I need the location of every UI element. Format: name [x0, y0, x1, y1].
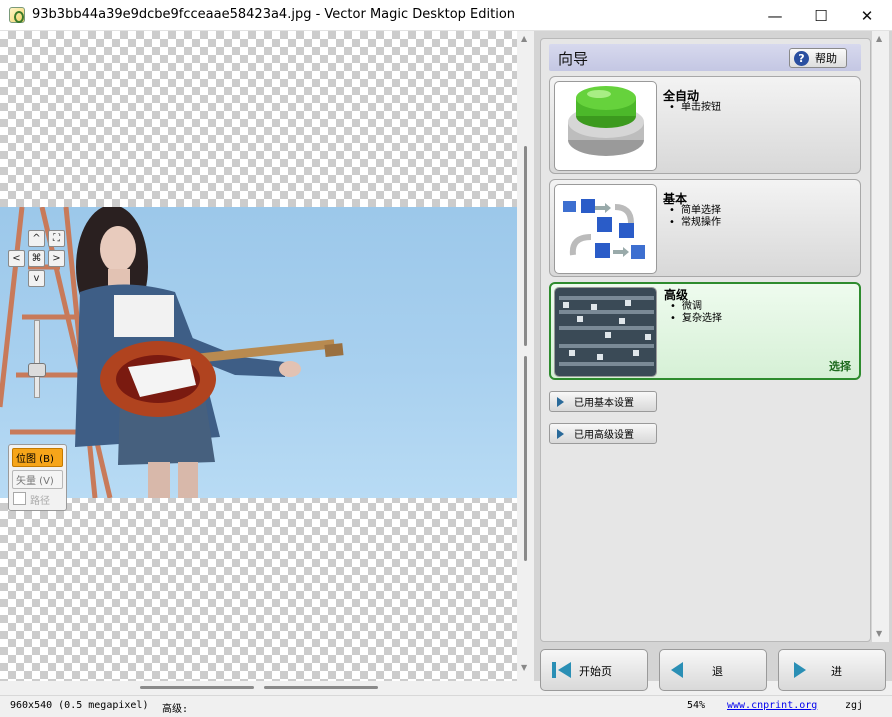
pan-up-icon: ^: [32, 233, 41, 244]
pan-right-button[interactable]: >: [48, 250, 65, 267]
wizard-scrollbar[interactable]: ▲ ▼: [872, 31, 889, 642]
pan-down-button[interactable]: v: [28, 270, 45, 287]
mode-bullet: 单击按钮: [663, 102, 721, 114]
mode-bullet: 微调: [664, 301, 722, 313]
wizard-title: 向导: [558, 50, 589, 68]
maximize-button[interactable]: ☐: [798, 0, 844, 31]
vector-view-button[interactable]: 矢量 (V): [12, 470, 63, 489]
pan-left-button[interactable]: <: [8, 250, 25, 267]
path-checkbox-label: 路径: [30, 496, 50, 507]
play-arrow-icon: [557, 396, 564, 407]
pan-down-icon: v: [33, 273, 40, 284]
fit-view-button[interactable]: ⛶: [48, 230, 65, 247]
help-button[interactable]: ? 帮助: [789, 48, 847, 68]
path-checkbox[interactable]: [13, 492, 26, 505]
used-advanced-settings-label: 已用高级设置: [574, 430, 634, 441]
workflow-arrows-icon: [554, 184, 657, 274]
view-mode-panel: 位图 (B) 矢量 (V) 路径: [8, 444, 67, 511]
guitarist-photo: [0, 207, 344, 498]
mode-bullets: 微调 复杂选择: [664, 301, 722, 325]
website-link[interactable]: www.cnprint.org: [727, 700, 817, 711]
close-button[interactable]: ✕: [844, 0, 890, 31]
forward-label: 进: [831, 665, 842, 678]
bitmap-view-button[interactable]: 位图 (B): [12, 448, 63, 467]
first-page-icon: [552, 662, 571, 678]
current-mode: 高级:: [162, 704, 189, 715]
help-label: 帮助: [815, 52, 837, 65]
window-title: 93b3bb44a39e9dcbe9fcceaae58423a4.jpg - V…: [32, 7, 516, 22]
back-arrow-icon: [671, 662, 683, 678]
wizard-header: 向导 ? 帮助: [549, 44, 861, 71]
help-icon: ?: [794, 50, 809, 66]
mode-bullet: 简单选择: [663, 205, 721, 217]
forward-button[interactable]: 进: [778, 649, 886, 691]
scroll-up-icon[interactable]: ▲: [521, 34, 527, 43]
mode-select-label[interactable]: 选择: [829, 358, 851, 374]
pan-up-button[interactable]: ^: [28, 230, 45, 247]
app-icon: [9, 7, 25, 23]
fit-view-icon: ⛶: [53, 233, 60, 244]
canvas-vertical-scrollbar[interactable]: ▲ ▼: [517, 31, 534, 681]
user-name: zgj: [845, 700, 864, 711]
back-label: 退: [712, 665, 723, 678]
mode-card-fully-automatic[interactable]: 全自动 单击按钮: [549, 76, 861, 174]
zoom-level: 54%: [687, 700, 706, 711]
mode-bullets: 单击按钮: [663, 102, 721, 114]
wizard-scroll-up-icon[interactable]: ▲: [876, 34, 882, 43]
maximize-icon: ☐: [814, 6, 828, 25]
vertical-scroll-thumb-lower[interactable]: [524, 356, 527, 561]
mixing-console-icon: [554, 287, 657, 377]
image-canvas[interactable]: ^ ⛶ < ⌘ > v 位图 (B) 矢量 (V) 路径: [0, 31, 517, 681]
mode-bullet: 常规操作: [663, 217, 721, 229]
status-bar: 960x540 (0.5 megapixel) 高级: 54% www.cnpr…: [0, 695, 892, 717]
center-view-button[interactable]: ⌘: [28, 250, 45, 267]
zoom-slider-track[interactable]: [34, 320, 40, 398]
pan-right-icon: >: [52, 253, 61, 264]
mode-card-advanced[interactable]: 高级 微调 复杂选择 选择: [549, 282, 861, 380]
mode-bullet: 复杂选择: [664, 313, 722, 325]
home-label: 开始页: [579, 665, 612, 678]
zoom-slider-handle[interactable]: [28, 363, 46, 377]
mode-bullets: 简单选择 常规操作: [663, 205, 721, 229]
home-button[interactable]: 开始页: [540, 649, 648, 691]
green-push-button-icon: [554, 81, 657, 171]
minimize-icon: —: [767, 6, 783, 25]
horizontal-scroll-thumb-left[interactable]: [140, 686, 254, 689]
used-basic-settings-button[interactable]: 已用基本设置: [549, 391, 657, 412]
canvas-horizontal-scrollbar[interactable]: [0, 681, 534, 695]
horizontal-scroll-thumb-right[interactable]: [264, 686, 378, 689]
image-info: 960x540 (0.5 megapixel): [10, 700, 149, 711]
bitmap-image: [0, 207, 517, 498]
minimize-button[interactable]: —: [752, 0, 798, 31]
used-advanced-settings-button[interactable]: 已用高级设置: [549, 423, 657, 444]
scroll-down-icon[interactable]: ▼: [521, 663, 527, 672]
forward-arrow-icon: [794, 662, 806, 678]
title-bar: 93b3bb44a39e9dcbe9fcceaae58423a4.jpg - V…: [0, 0, 892, 31]
pan-left-icon: <: [12, 253, 21, 264]
vertical-scroll-thumb-upper[interactable]: [524, 146, 527, 346]
back-button[interactable]: 退: [659, 649, 767, 691]
center-view-icon: ⌘: [31, 253, 42, 264]
play-arrow-icon: [557, 428, 564, 439]
wizard-scroll-down-icon[interactable]: ▼: [876, 629, 882, 638]
close-icon: ✕: [860, 6, 874, 25]
used-basic-settings-label: 已用基本设置: [574, 398, 634, 409]
mode-card-basic[interactable]: 基本 简单选择 常规操作: [549, 179, 861, 277]
